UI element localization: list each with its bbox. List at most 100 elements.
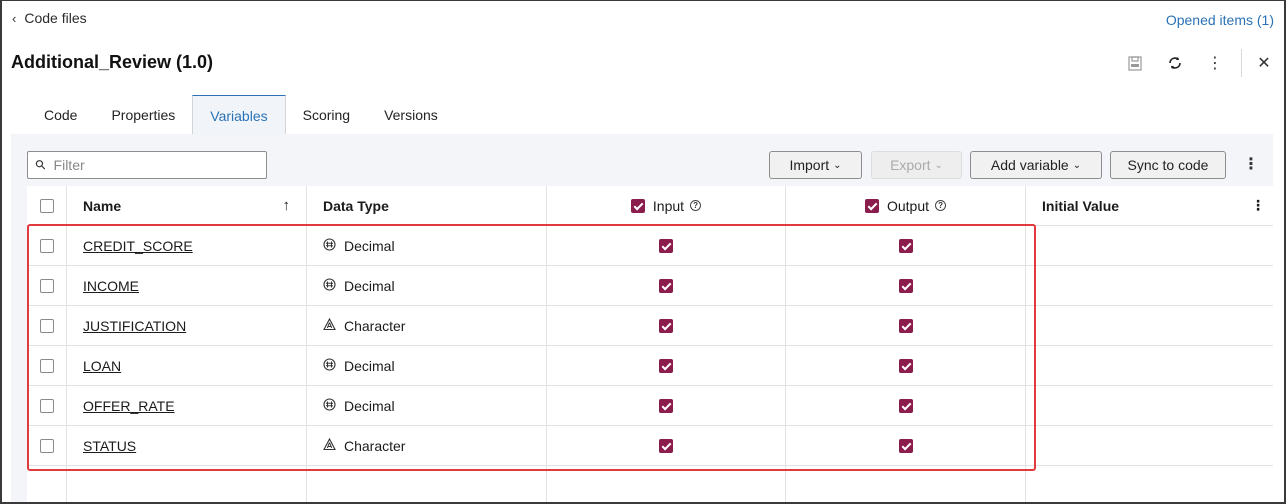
close-icon[interactable]: ✕ bbox=[1254, 53, 1274, 73]
header-initial-value-label: Initial Value bbox=[1042, 197, 1120, 214]
tab-bar: Code Properties Variables Scoring Versio… bbox=[11, 95, 1273, 135]
select-all-checkbox[interactable] bbox=[39, 198, 54, 213]
initial-value-cell[interactable] bbox=[1026, 386, 1273, 425]
data-type-cell: Decimal bbox=[307, 226, 547, 265]
help-icon[interactable]: ? bbox=[935, 200, 947, 211]
table-row[interactable]: STATUS Character bbox=[27, 426, 1273, 466]
initial-value-cell[interactable] bbox=[1026, 306, 1273, 345]
opened-items-link[interactable]: Opened items (1) bbox=[1166, 12, 1274, 28]
sync-to-code-button[interactable]: Sync to code bbox=[1110, 151, 1226, 179]
import-button[interactable]: Import ⌄ bbox=[769, 151, 862, 179]
header-output-label: Output bbox=[886, 197, 930, 214]
output-checkbox[interactable] bbox=[898, 398, 913, 413]
output-checkbox[interactable] bbox=[898, 238, 913, 253]
table-row[interactable]: OFFER_RATE Decimal bbox=[27, 386, 1273, 426]
save-icon[interactable] bbox=[1125, 53, 1145, 73]
row-checkbox[interactable] bbox=[39, 398, 54, 413]
output-checkbox[interactable] bbox=[898, 278, 913, 293]
initial-value-cell[interactable] bbox=[1026, 226, 1273, 265]
input-checkbox[interactable] bbox=[659, 278, 673, 293]
select-all-cell bbox=[27, 186, 67, 225]
header-input-label: Input bbox=[652, 197, 685, 214]
variable-name-link[interactable]: JUSTIFICATION bbox=[83, 318, 186, 334]
output-all-checkbox[interactable] bbox=[864, 198, 879, 213]
table-row[interactable]: CREDIT_SCORE Decimal bbox=[27, 226, 1273, 266]
header-data-type[interactable]: Data Type bbox=[307, 186, 547, 225]
output-checkbox[interactable] bbox=[898, 358, 913, 373]
header-name[interactable]: Name ↑ bbox=[67, 186, 307, 225]
input-checkbox[interactable] bbox=[659, 398, 673, 413]
filter-input[interactable] bbox=[53, 157, 244, 173]
export-label: Export bbox=[890, 157, 931, 173]
table-row[interactable]: LOAN Decimal bbox=[27, 346, 1273, 386]
tab-scoring[interactable]: Scoring bbox=[286, 95, 367, 135]
header-input: Input ? bbox=[547, 186, 786, 225]
name-cell: LOAN bbox=[67, 346, 307, 385]
variable-name-link[interactable]: INCOME bbox=[83, 278, 139, 294]
row-checkbox[interactable] bbox=[39, 318, 54, 333]
decimal-icon bbox=[323, 357, 336, 374]
back-to-code-files[interactable]: ‹ Code files bbox=[12, 10, 87, 26]
input-checkbox[interactable] bbox=[659, 238, 673, 253]
table-row[interactable]: JUSTIFICATION Character bbox=[27, 306, 1273, 346]
help-icon[interactable]: ? bbox=[690, 200, 702, 211]
variable-name-link[interactable]: OFFER_RATE bbox=[83, 398, 175, 414]
row-select-cell bbox=[27, 346, 67, 385]
row-checkbox[interactable] bbox=[39, 438, 54, 453]
initial-value-cell[interactable] bbox=[1026, 266, 1273, 305]
input-checkbox[interactable] bbox=[659, 358, 673, 373]
output-checkbox[interactable] bbox=[898, 438, 913, 453]
chevron-down-icon: ⌄ bbox=[934, 159, 943, 171]
tab-code[interactable]: Code bbox=[11, 95, 94, 135]
row-select-cell bbox=[27, 426, 67, 465]
output-cell bbox=[786, 426, 1026, 465]
input-cell bbox=[547, 266, 786, 305]
name-cell: OFFER_RATE bbox=[67, 386, 307, 425]
column-options-icon[interactable]: ⋮ bbox=[1251, 197, 1265, 214]
chevron-left-icon: ‹ bbox=[12, 10, 17, 26]
table-header-row: Name ↑ Data Type Input ? Output ? Initia… bbox=[27, 186, 1273, 226]
name-cell: INCOME bbox=[67, 266, 307, 305]
more-options-icon[interactable]: ⋮ bbox=[1205, 53, 1225, 73]
variable-name-link[interactable]: STATUS bbox=[83, 438, 136, 454]
data-type-label: Decimal bbox=[344, 237, 395, 254]
variable-name-link[interactable]: LOAN bbox=[83, 358, 121, 374]
data-type-cell: Decimal bbox=[307, 346, 547, 385]
input-cell bbox=[547, 306, 786, 345]
decimal-icon bbox=[323, 277, 336, 294]
input-checkbox[interactable] bbox=[659, 318, 673, 333]
header-initial-value: Initial Value ⋮ bbox=[1026, 186, 1273, 225]
data-type-label: Decimal bbox=[344, 357, 395, 374]
initial-value-cell[interactable] bbox=[1026, 346, 1273, 385]
row-checkbox[interactable] bbox=[39, 278, 54, 293]
output-checkbox[interactable] bbox=[898, 318, 913, 333]
refresh-icon[interactable] bbox=[1165, 53, 1185, 73]
filter-box[interactable]: ⚲ bbox=[27, 151, 267, 179]
search-icon: ⚲ bbox=[31, 155, 50, 174]
row-checkbox[interactable] bbox=[39, 358, 54, 373]
data-type-label: Character bbox=[344, 317, 406, 334]
input-cell bbox=[547, 226, 786, 265]
initial-value-cell[interactable] bbox=[1026, 426, 1273, 465]
sort-ascending-icon[interactable]: ↑ bbox=[283, 197, 291, 214]
output-cell bbox=[786, 346, 1026, 385]
header-name-label: Name bbox=[83, 197, 122, 214]
tab-versions[interactable]: Versions bbox=[367, 95, 455, 135]
output-cell bbox=[786, 306, 1026, 345]
input-all-checkbox[interactable] bbox=[630, 198, 645, 213]
data-type-label: Decimal bbox=[344, 277, 395, 294]
add-variable-button[interactable]: Add variable ⌄ bbox=[970, 151, 1102, 179]
data-type-cell: Character bbox=[307, 306, 547, 345]
character-icon bbox=[323, 437, 336, 454]
row-checkbox[interactable] bbox=[39, 238, 54, 253]
data-type-cell: Character bbox=[307, 426, 547, 465]
export-button[interactable]: Export ⌄ bbox=[871, 151, 962, 179]
variable-name-link[interactable]: CREDIT_SCORE bbox=[83, 238, 193, 254]
row-select-cell bbox=[27, 226, 67, 265]
table-row[interactable]: INCOME Decimal bbox=[27, 266, 1273, 306]
tab-variables[interactable]: Variables bbox=[192, 95, 286, 135]
tab-properties[interactable]: Properties bbox=[94, 95, 192, 135]
table-more-options-icon[interactable]: ⋮ bbox=[1243, 154, 1259, 174]
data-type-label: Decimal bbox=[344, 397, 395, 414]
input-checkbox[interactable] bbox=[659, 438, 673, 453]
